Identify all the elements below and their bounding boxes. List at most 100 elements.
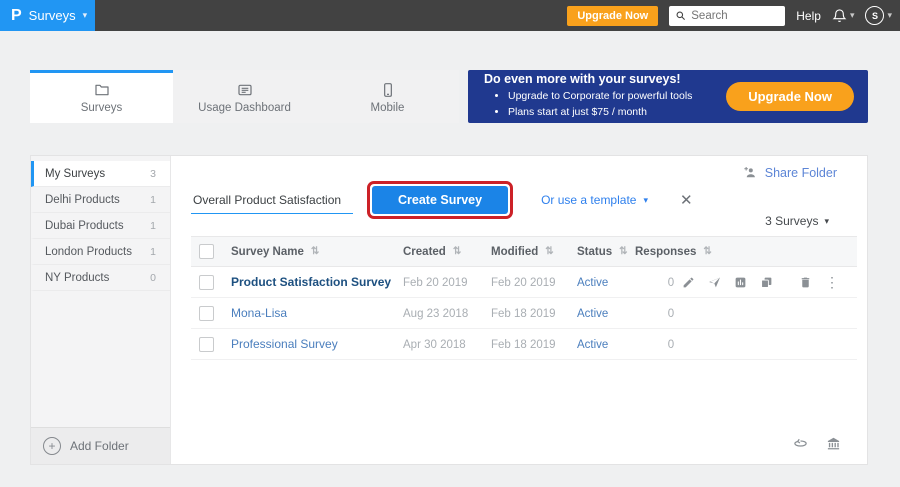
- share-folder-button[interactable]: Share Folder: [743, 165, 837, 180]
- sidebar-item-dubai-products[interactable]: Dubai Products 1: [31, 213, 170, 239]
- folder-name: Delhi Products: [45, 194, 120, 206]
- delete-icon[interactable]: [799, 276, 812, 289]
- proprofs-logo-icon: P: [11, 8, 22, 24]
- created-date: Feb 20 2019: [403, 277, 468, 289]
- status-badge[interactable]: Active: [577, 308, 608, 320]
- folder-name: NY Products: [45, 272, 109, 284]
- survey-name-input[interactable]: [191, 187, 353, 214]
- use-template-label: Or use a template: [541, 193, 636, 207]
- survey-name-link[interactable]: Product Satisfaction Survey: [231, 275, 391, 289]
- annotation-highlight-ring: Create Survey: [367, 181, 513, 219]
- sort-icon[interactable]: ⇅: [703, 246, 711, 257]
- folder-content: Share Folder Create Survey Or use a temp…: [171, 156, 867, 464]
- status-badge[interactable]: Active: [577, 339, 608, 351]
- banner-title: Do even more with your surveys!: [484, 72, 692, 86]
- survey-count-dropdown[interactable]: 3 Surveys ▾: [765, 214, 829, 228]
- add-person-icon: [743, 165, 758, 180]
- tab-label: Usage Dashboard: [198, 102, 291, 114]
- archive-icon[interactable]: [826, 436, 841, 451]
- row-checkbox[interactable]: [199, 275, 214, 290]
- tab-surveys[interactable]: Surveys: [30, 70, 173, 123]
- tab-label: Mobile: [371, 102, 405, 114]
- row-checkbox[interactable]: [199, 306, 214, 321]
- tab-mobile[interactable]: Mobile: [316, 70, 459, 123]
- product-name-label: Surveys: [29, 8, 76, 23]
- topbar-actions: Upgrade Now Help ▾ S ▾: [567, 0, 892, 31]
- search-box[interactable]: [669, 6, 785, 26]
- responses-count: 0: [668, 308, 674, 320]
- folder-name: My Surveys: [45, 168, 105, 180]
- search-icon: [675, 10, 686, 21]
- created-date: Aug 23 2018: [403, 308, 468, 320]
- more-options-icon[interactable]: ⋮: [825, 275, 839, 289]
- chevron-down-icon: ▾: [850, 11, 855, 20]
- bell-icon: [832, 8, 847, 23]
- created-date: Apr 30 2018: [403, 339, 466, 351]
- create-survey-button[interactable]: Create Survey: [372, 186, 508, 214]
- sort-icon[interactable]: ⇅: [545, 246, 553, 257]
- dashboard-icon: [237, 82, 253, 98]
- notifications-button[interactable]: ▾: [832, 8, 855, 23]
- folder-count: 0: [150, 272, 156, 284]
- table-header: Survey Name ⇅ Created ⇅ Modified ⇅ Statu…: [191, 236, 857, 267]
- surveys-panel: My Surveys 3 Delhi Products 1 Dubai Prod…: [30, 155, 868, 465]
- status-badge[interactable]: Active: [577, 277, 608, 289]
- sort-icon[interactable]: ⇅: [619, 246, 627, 257]
- avatar: S: [865, 6, 884, 25]
- table-row: Mona-Lisa Aug 23 2018 Feb 18 2019 Active…: [191, 298, 857, 329]
- restore-icon[interactable]: [793, 436, 808, 451]
- folder-count: 3: [150, 168, 156, 180]
- upgrade-now-button[interactable]: Upgrade Now: [567, 6, 658, 26]
- use-template-link[interactable]: Or use a template ▾: [541, 193, 648, 207]
- column-header-created: Created: [403, 246, 446, 258]
- topbar: P Surveys ▾ Upgrade Now Help ▾ S ▾: [0, 0, 900, 31]
- help-link[interactable]: Help: [796, 9, 821, 23]
- duplicate-icon[interactable]: [760, 276, 773, 289]
- sort-icon[interactable]: ⇅: [453, 246, 461, 257]
- column-header-modified: Modified: [491, 246, 538, 258]
- folder-count: 1: [150, 220, 156, 232]
- product-switcher[interactable]: P Surveys ▾: [0, 0, 95, 31]
- send-icon[interactable]: [708, 276, 721, 289]
- modified-date: Feb 18 2019: [491, 339, 556, 351]
- banner-bullet: Upgrade to Corporate for powerful tools: [508, 89, 692, 105]
- panel-footer-actions: [793, 436, 841, 451]
- sidebar-item-delhi-products[interactable]: Delhi Products 1: [31, 187, 170, 213]
- survey-name-link[interactable]: Mona-Lisa: [231, 306, 287, 320]
- table-row: Product Satisfaction Survey Feb 20 2019 …: [191, 267, 857, 298]
- row-checkbox[interactable]: [199, 337, 214, 352]
- mobile-icon: [380, 82, 396, 98]
- edit-icon[interactable]: [682, 276, 695, 289]
- survey-name-link[interactable]: Professional Survey: [231, 337, 338, 351]
- sidebar-item-my-surveys[interactable]: My Surveys 3: [31, 161, 170, 187]
- account-menu[interactable]: S ▾: [865, 6, 892, 25]
- folders-sidebar: My Surveys 3 Delhi Products 1 Dubai Prod…: [31, 156, 171, 464]
- add-folder-button[interactable]: + Add Folder: [31, 427, 170, 464]
- banner-text: Do even more with your surveys! Upgrade …: [484, 72, 692, 121]
- banner-upgrade-button[interactable]: Upgrade Now: [726, 82, 854, 111]
- upgrade-banner: Do even more with your surveys! Upgrade …: [468, 70, 868, 123]
- folder-count: 1: [150, 246, 156, 258]
- sidebar-item-ny-products[interactable]: NY Products 0: [31, 265, 170, 291]
- create-survey-row: Create Survey Or use a template ▾ ✕: [191, 181, 693, 219]
- sidebar-item-london-products[interactable]: London Products 1: [31, 239, 170, 265]
- banner-bullets: Upgrade to Corporate for powerful tools …: [484, 89, 692, 121]
- folder-name: Dubai Products: [45, 220, 124, 232]
- chevron-down-icon: ▾: [83, 11, 88, 20]
- modified-date: Feb 18 2019: [491, 308, 556, 320]
- tab-usage-dashboard[interactable]: Usage Dashboard: [173, 70, 316, 123]
- banner-bullet: Plans start at just $75 / month: [508, 105, 692, 121]
- share-folder-label: Share Folder: [765, 166, 837, 180]
- sort-icon[interactable]: ⇅: [311, 246, 319, 257]
- surveys-table: Survey Name ⇅ Created ⇅ Modified ⇅ Statu…: [191, 236, 857, 360]
- select-all-checkbox[interactable]: [199, 244, 214, 259]
- folder-count: 1: [150, 194, 156, 206]
- column-header-survey-name: Survey Name: [231, 246, 304, 258]
- tab-label: Surveys: [81, 102, 123, 114]
- column-header-responses: Responses: [635, 246, 696, 258]
- row-actions: ⋮: [707, 274, 857, 290]
- reports-icon[interactable]: [734, 276, 747, 289]
- close-icon[interactable]: ✕: [680, 191, 693, 209]
- search-input[interactable]: [691, 10, 779, 22]
- responses-count: 0: [668, 277, 674, 289]
